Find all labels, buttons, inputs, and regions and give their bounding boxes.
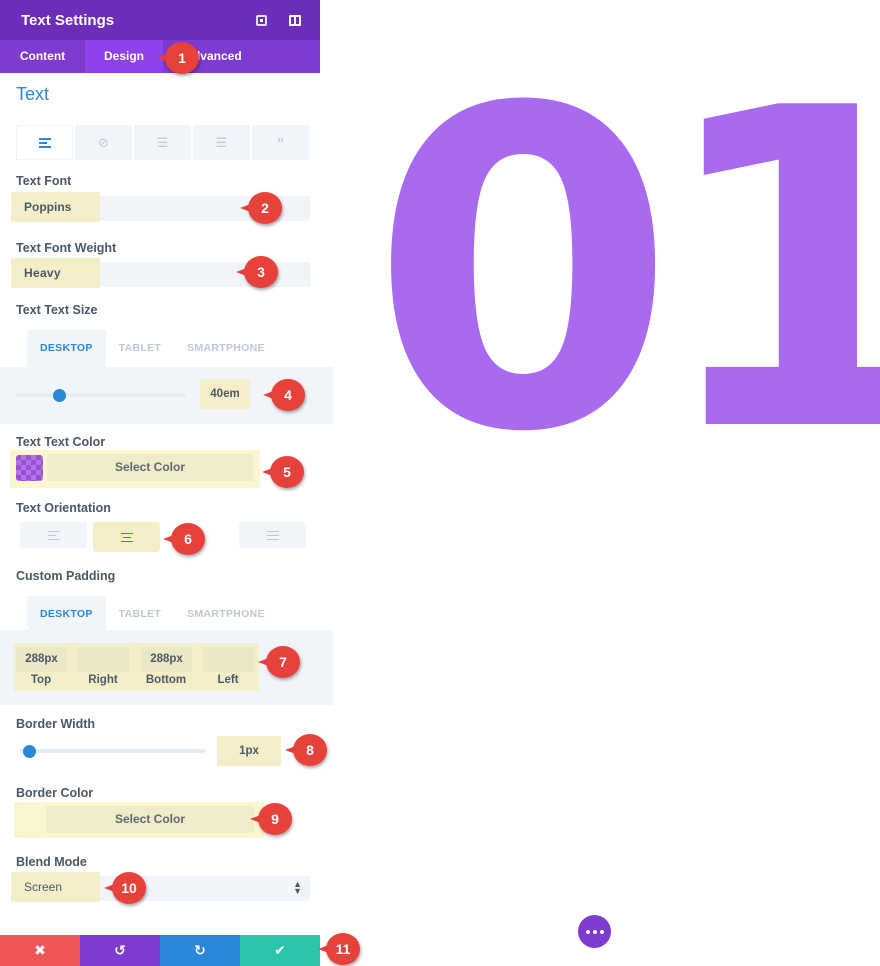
border-color-row: Select Color (14, 802, 264, 838)
blend-mode-label: Blend Mode (16, 855, 87, 869)
align-center-icon (120, 532, 133, 542)
unordered-list-icon: ☰ (156, 134, 169, 150)
align-left-icon (38, 138, 51, 148)
orientation-justify-button[interactable] (239, 522, 306, 548)
padding-bottom-label: Bottom (145, 674, 187, 686)
text-orientation-label: Text Orientation (16, 501, 111, 515)
text-style-tab-ul[interactable]: ☰ (134, 125, 191, 160)
text-size-slider-handle[interactable] (52, 389, 66, 402)
text-size-tab-smartphone[interactable]: SMARTPHONE (174, 330, 278, 367)
padding-tab-smartphone[interactable]: SMARTPHONE (174, 596, 278, 633)
text-size-input[interactable]: 40em (200, 379, 250, 409)
text-size-label: Text Text Size (16, 303, 98, 317)
undo-button[interactable]: ↺ (80, 935, 160, 966)
padding-right-label: Right (88, 674, 118, 686)
text-style-tab-ol[interactable]: ☰ (193, 125, 250, 160)
panel-header: Text Settings (0, 0, 320, 40)
save-button[interactable]: ✔ (240, 935, 320, 966)
close-icon: ✖ (34, 942, 46, 958)
preview-text[interactable]: 01 (370, 52, 880, 492)
text-font-weight-label: Text Font Weight (16, 241, 117, 255)
annotation-marker-1: 1 (157, 42, 201, 74)
annotation-marker-8: 8 (285, 734, 329, 766)
dot-icon (592, 929, 597, 934)
text-style-tab-link[interactable]: ⊘ (75, 125, 132, 160)
text-color-label: Text Text Color (16, 435, 106, 449)
tab-design[interactable]: Design (85, 40, 163, 73)
quote-icon: ” (277, 134, 284, 151)
text-size-slider-track[interactable] (16, 393, 186, 397)
check-icon: ✔ (274, 942, 286, 958)
orientation-left-button[interactable] (20, 522, 87, 548)
more-options-button[interactable] (578, 915, 611, 948)
annotation-marker-5: 5 (262, 456, 306, 488)
annotation-marker-2: 2 (240, 192, 284, 224)
annotation-marker-11: 11 (318, 933, 362, 965)
dot-icon (585, 929, 590, 934)
padding-left-input[interactable] (203, 647, 254, 672)
annotation-marker-7: 7 (258, 646, 302, 678)
border-width-label: Border Width (16, 717, 96, 731)
border-color-select-button[interactable]: Select Color (46, 806, 254, 833)
text-font-label: Text Font (16, 174, 72, 188)
undo-icon: ↺ (114, 942, 126, 958)
ordered-list-icon: ☰ (215, 134, 228, 150)
panel-title: Text Settings (21, 11, 115, 29)
padding-top-input[interactable]: 288px (16, 647, 67, 672)
redo-button[interactable]: ↻ (160, 935, 240, 966)
custom-padding-label: Custom Padding (16, 569, 116, 583)
text-style-tab-paragraph[interactable] (16, 125, 73, 160)
text-style-tabs: ⊘ ☰ ☰ ” (16, 125, 309, 160)
padding-top-label: Top (30, 674, 52, 686)
annotation-marker-9: 9 (250, 803, 294, 835)
text-color-row: Select Color (10, 450, 260, 488)
blend-mode-value: Screen (11, 872, 100, 902)
select-arrows-icon: ▲ ▼ (293, 879, 302, 896)
align-left-icon (47, 530, 60, 540)
align-justify-icon (266, 530, 279, 540)
padding-bottom-input[interactable]: 288px (141, 647, 192, 672)
preview-canvas: 01 (330, 0, 880, 966)
link-icon: ⊘ (98, 134, 109, 150)
text-size-device-tabs: DESKTOP TABLET SMARTPHONE (27, 330, 278, 367)
border-color-label: Border Color (16, 786, 94, 800)
sidebar-icon[interactable] (289, 14, 301, 26)
annotation-marker-3: 3 (236, 256, 280, 288)
dot-icon (599, 929, 604, 934)
padding-right-input[interactable] (78, 647, 129, 672)
annotation-marker-4: 4 (263, 379, 307, 411)
text-size-tab-desktop[interactable]: DESKTOP (27, 330, 106, 367)
padding-left-label: Left (217, 674, 239, 686)
orientation-center-button[interactable] (93, 522, 160, 552)
annotation-marker-10: 10 (104, 872, 148, 904)
padding-device-tabs: DESKTOP TABLET SMARTPHONE (27, 596, 278, 633)
panel-footer: ✖ ↺ ↻ ✔ (0, 935, 320, 966)
text-font-weight-value: Heavy (11, 258, 100, 288)
border-width-input[interactable]: 1px (217, 736, 281, 766)
text-color-select-button[interactable]: Select Color (47, 454, 253, 481)
redo-icon: ↻ (194, 942, 206, 958)
blend-mode-select[interactable]: Screen ▲ ▼ (11, 872, 310, 902)
border-width-slider-handle[interactable] (22, 745, 36, 758)
text-style-tab-quote[interactable]: ” (252, 125, 309, 160)
color-swatch[interactable] (16, 455, 43, 481)
border-width-slider-track[interactable] (20, 749, 206, 753)
padding-tab-tablet[interactable]: TABLET (106, 596, 174, 633)
text-font-value: Poppins (11, 192, 100, 222)
padding-fields: 288px Top Right 288px Bottom Left (14, 643, 259, 691)
tab-content[interactable]: Content (0, 40, 85, 73)
annotation-marker-6: 6 (163, 523, 207, 555)
padding-tab-desktop[interactable]: DESKTOP (27, 596, 106, 633)
expand-icon[interactable] (256, 14, 267, 26)
text-size-tab-tablet[interactable]: TABLET (106, 330, 174, 367)
cancel-button[interactable]: ✖ (0, 935, 80, 966)
section-title: Text (16, 84, 50, 104)
